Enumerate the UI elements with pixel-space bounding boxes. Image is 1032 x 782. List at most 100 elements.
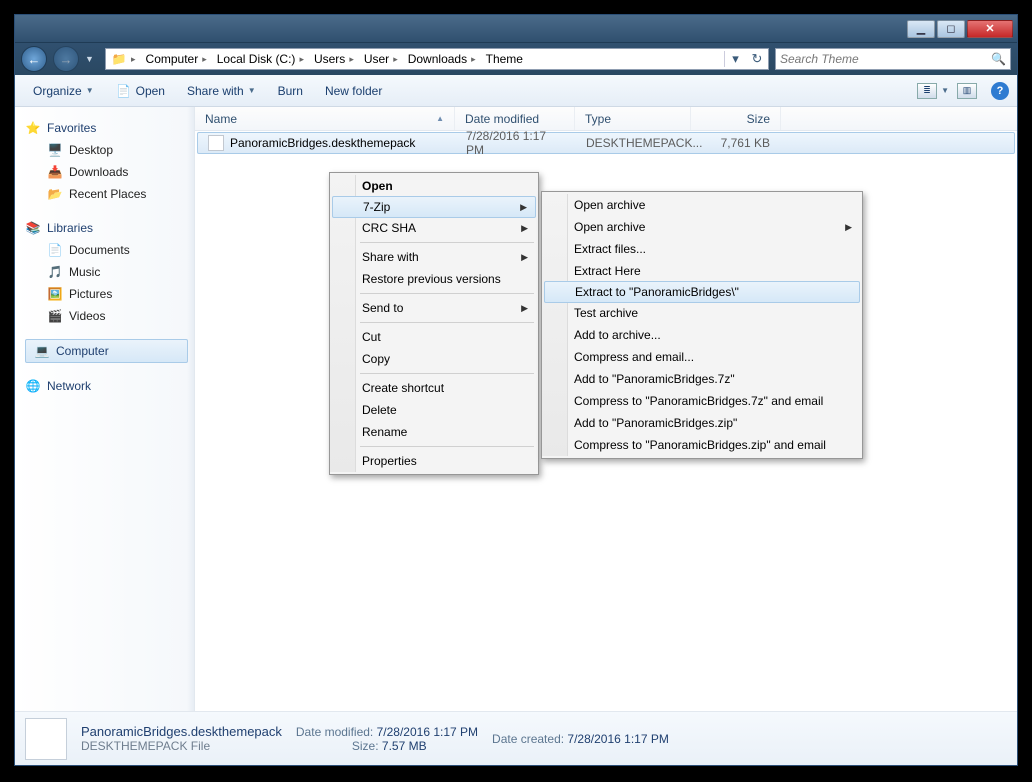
- menu-create-shortcut[interactable]: Create shortcut: [332, 377, 536, 399]
- crumb-user[interactable]: User▸: [359, 49, 403, 69]
- submenu-compress-7z-email[interactable]: Compress to "PanoramicBridges.7z" and em…: [544, 390, 860, 412]
- computer-icon: 💻: [34, 343, 50, 359]
- help-button[interactable]: ?: [991, 82, 1009, 100]
- col-type[interactable]: Type: [575, 107, 691, 130]
- submenu-extract-to[interactable]: Extract to "PanoramicBridges\": [544, 281, 860, 303]
- nav-desktop[interactable]: 🖥️Desktop: [25, 139, 194, 161]
- minimize-button[interactable]: ▁: [907, 20, 935, 38]
- menu-send-to[interactable]: Send to▶: [332, 297, 536, 319]
- nav-videos[interactable]: 🎬Videos: [25, 305, 194, 327]
- share-with-button[interactable]: Share with▼: [177, 80, 266, 102]
- new-folder-button[interactable]: New folder: [315, 80, 392, 102]
- back-button[interactable]: ←: [21, 46, 47, 72]
- file-date: 7/28/2016 1:17 PM: [456, 129, 576, 157]
- file-name: PanoramicBridges.deskthemepack: [230, 136, 415, 150]
- column-headers: Name▲ Date modified Type Size: [195, 107, 1017, 131]
- submenu-test-archive[interactable]: Test archive: [544, 302, 860, 324]
- search-placeholder: Search Theme: [780, 52, 859, 66]
- refresh-button[interactable]: ↻: [746, 51, 768, 67]
- view-options-button[interactable]: ≣: [917, 83, 937, 99]
- menu-delete[interactable]: Delete: [332, 399, 536, 421]
- desktop-icon: 🖥️: [47, 142, 63, 158]
- libraries-icon: 📚: [25, 220, 41, 236]
- submenu-add-to-archive[interactable]: Add to archive...: [544, 324, 860, 346]
- submenu-arrow-icon: ▶: [521, 303, 528, 314]
- breadcrumb[interactable]: 📁▸ Computer▸ Local Disk (C:)▸ Users▸ Use…: [105, 48, 769, 70]
- details-filetype: DESKTHEMEPACK File: [81, 739, 282, 753]
- menu-restore-versions[interactable]: Restore previous versions: [332, 268, 536, 290]
- nav-computer[interactable]: 💻Computer: [25, 339, 188, 363]
- nav-documents[interactable]: 📄Documents: [25, 239, 194, 261]
- folder-icon: 📁: [111, 51, 127, 67]
- menu-share-with[interactable]: Share with▶: [332, 246, 536, 268]
- nav-music[interactable]: 🎵Music: [25, 261, 194, 283]
- titlebar[interactable]: ▁ ◻ ✕: [15, 15, 1017, 43]
- menu-open[interactable]: Open: [332, 175, 536, 197]
- nav-libraries[interactable]: 📚Libraries: [25, 217, 194, 239]
- navigation-pane: ⭐Favorites 🖥️Desktop 📥Downloads 📂Recent …: [15, 107, 195, 711]
- file-icon: 📄: [116, 83, 132, 99]
- submenu-extract-here[interactable]: Extract Here: [544, 260, 860, 282]
- submenu-compress-email[interactable]: Compress and email...: [544, 346, 860, 368]
- sort-asc-icon: ▲: [436, 114, 444, 123]
- submenu-add-to-zip[interactable]: Add to "PanoramicBridges.zip": [544, 412, 860, 434]
- nav-pictures[interactable]: 🖼️Pictures: [25, 283, 194, 305]
- preview-pane-button[interactable]: ▥: [957, 83, 977, 99]
- submenu-compress-zip-email[interactable]: Compress to "PanoramicBridges.zip" and e…: [544, 434, 860, 456]
- toolbar: Organize▼ 📄Open Share with▼ Burn New fol…: [15, 75, 1017, 107]
- recent-icon: 📂: [47, 186, 63, 202]
- nav-recent[interactable]: 📂Recent Places: [25, 183, 194, 205]
- menu-crc-sha[interactable]: CRC SHA▶: [332, 217, 536, 239]
- network-icon: 🌐: [25, 378, 41, 394]
- close-button[interactable]: ✕: [967, 20, 1013, 38]
- crumb-users[interactable]: Users▸: [309, 49, 359, 69]
- open-button[interactable]: 📄Open: [106, 79, 175, 103]
- file-row[interactable]: PanoramicBridges.deskthemepack 7/28/2016…: [197, 132, 1015, 154]
- col-size[interactable]: Size: [691, 107, 781, 130]
- star-icon: ⭐: [25, 120, 41, 136]
- file-icon: [208, 135, 224, 151]
- nav-downloads[interactable]: 📥Downloads: [25, 161, 194, 183]
- context-menu: Open 7-Zip▶ CRC SHA▶ Share with▶ Restore…: [329, 172, 539, 475]
- menu-copy[interactable]: Copy: [332, 348, 536, 370]
- address-bar: ← → ▼ 📁▸ Computer▸ Local Disk (C:)▸ User…: [15, 43, 1017, 75]
- maximize-button[interactable]: ◻: [937, 20, 965, 38]
- pictures-icon: 🖼️: [47, 286, 63, 302]
- submenu-open-archive-sub[interactable]: Open archive▶: [544, 216, 860, 238]
- videos-icon: 🎬: [47, 308, 63, 324]
- submenu-open-archive[interactable]: Open archive: [544, 194, 860, 216]
- downloads-icon: 📥: [47, 164, 63, 180]
- crumb-computer[interactable]: Computer▸: [141, 49, 212, 69]
- forward-button[interactable]: →: [53, 46, 79, 72]
- sevenzip-submenu: Open archive Open archive▶ Extract files…: [541, 191, 863, 459]
- file-type: DESKTHEMEPACK...: [576, 136, 692, 150]
- submenu-extract-files[interactable]: Extract files...: [544, 238, 860, 260]
- submenu-arrow-icon: ▶: [521, 252, 528, 263]
- documents-icon: 📄: [47, 242, 63, 258]
- nav-history-dropdown[interactable]: ▼: [85, 54, 99, 64]
- crumb-downloads[interactable]: Downloads▸: [403, 49, 481, 69]
- crumb-localdisk[interactable]: Local Disk (C:)▸: [212, 49, 309, 69]
- submenu-arrow-icon: ▶: [845, 222, 852, 233]
- menu-rename[interactable]: Rename: [332, 421, 536, 443]
- submenu-arrow-icon: ▶: [521, 223, 528, 234]
- col-name[interactable]: Name▲: [195, 107, 455, 130]
- burn-button[interactable]: Burn: [268, 80, 313, 102]
- menu-properties[interactable]: Properties: [332, 450, 536, 472]
- view-dropdown[interactable]: ▼: [939, 86, 955, 95]
- menu-cut[interactable]: Cut: [332, 326, 536, 348]
- menu-7zip[interactable]: 7-Zip▶: [332, 196, 536, 218]
- details-pane: PanoramicBridges.deskthemepack DESKTHEME…: [15, 711, 1017, 765]
- file-size: 7,761 KB: [692, 136, 780, 150]
- nav-favorites[interactable]: ⭐Favorites: [25, 117, 194, 139]
- col-date[interactable]: Date modified: [455, 107, 575, 130]
- music-icon: 🎵: [47, 264, 63, 280]
- search-icon: 🔍: [991, 52, 1006, 66]
- search-input[interactable]: Search Theme 🔍: [775, 48, 1011, 70]
- nav-network[interactable]: 🌐Network: [25, 375, 194, 397]
- organize-button[interactable]: Organize▼: [23, 80, 104, 102]
- crumb-theme[interactable]: Theme: [481, 49, 528, 69]
- details-filename: PanoramicBridges.deskthemepack: [81, 724, 282, 739]
- submenu-arrow-icon: ▶: [520, 202, 527, 213]
- submenu-add-to-7z[interactable]: Add to "PanoramicBridges.7z": [544, 368, 860, 390]
